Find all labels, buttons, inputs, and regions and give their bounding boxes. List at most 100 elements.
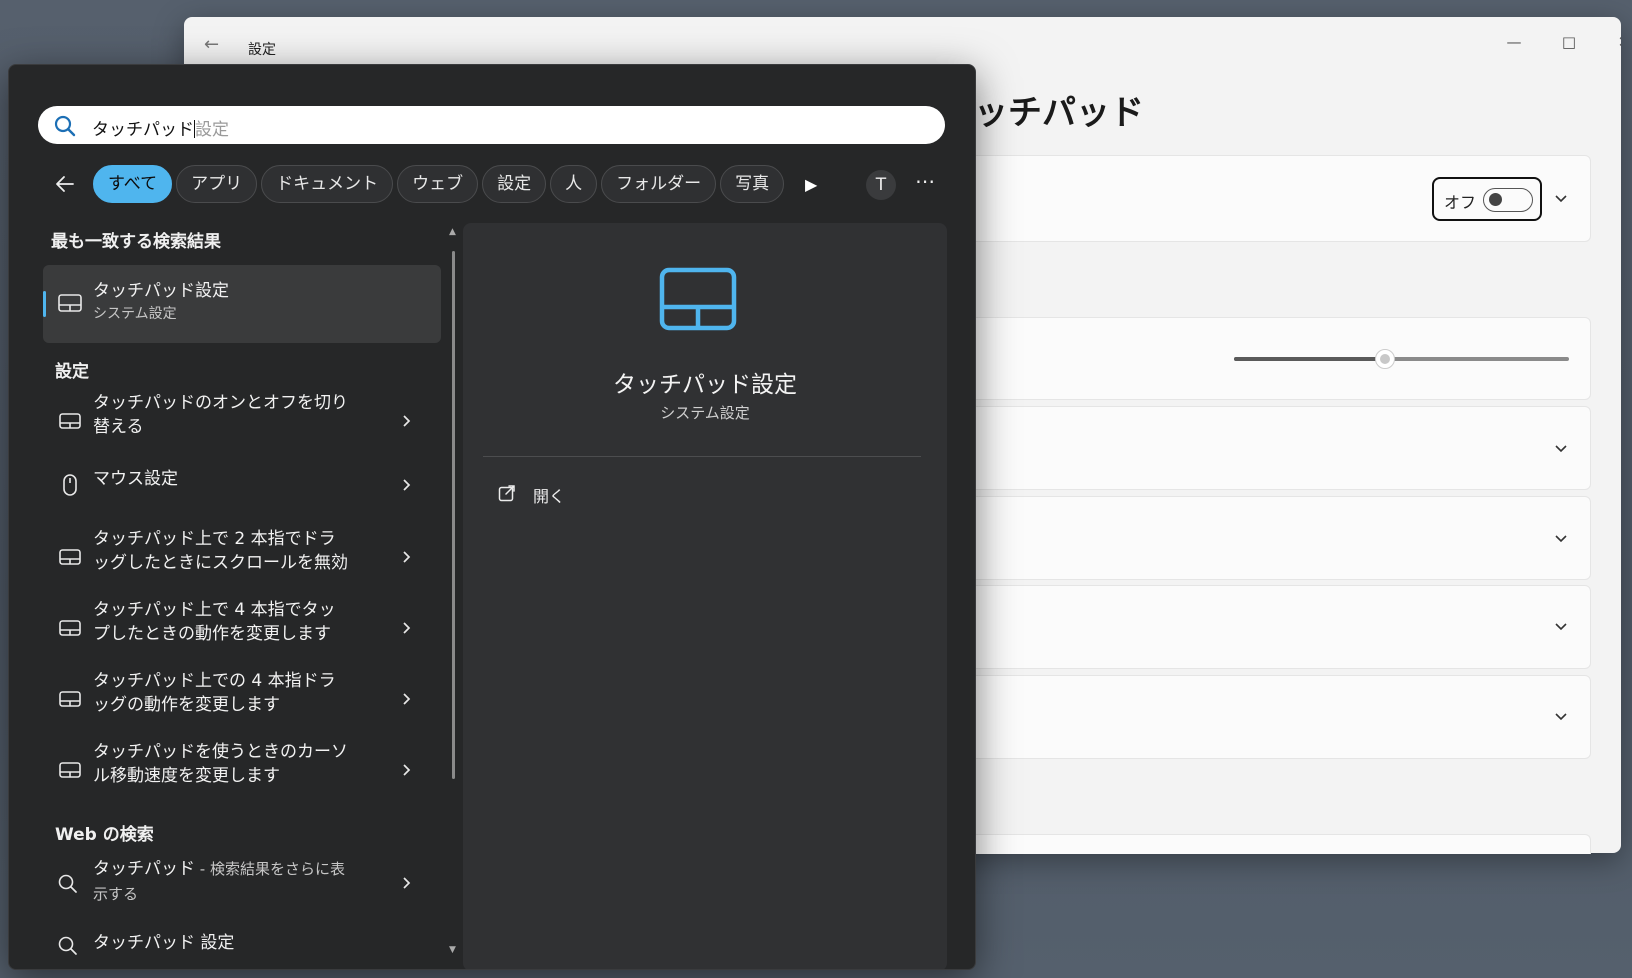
back-arrow-icon[interactable] [53,172,77,200]
settings-result-item[interactable]: マウス設定 [43,467,441,503]
scrollbar-thumb[interactable] [452,251,455,779]
touchpad-icon [57,758,81,782]
expander-card-1[interactable] [960,406,1591,490]
settings-result-line1: タッチパッドを使うときのカーソ [93,742,348,762]
filter-chip[interactable]: 写真 [720,165,785,203]
preview-subtitle: システム設定 [660,404,750,422]
settings-result-line2: ル移動速度を変更します [93,766,280,786]
filter-chip[interactable]: 設定 [482,165,547,203]
settings-result-line1: マウス設定 [93,469,178,489]
expander-card-5[interactable] [960,834,1591,854]
avatar[interactable]: T [866,170,896,200]
web-result-term: タッチパッド [93,859,195,879]
filter-row: すべて アプリ ドキュメント ウェブ 設定人フォルダー 写真 ▶ T ⋯ [9,165,975,205]
chevron-right-icon [399,477,413,497]
touchpad-toggle[interactable]: オフ [1432,177,1542,221]
expander-card-3[interactable] [960,585,1591,669]
touchpad-icon [57,687,81,711]
settings-result-item[interactable]: タッチパッド上で 4 本指でタッ プしたときの動作を変更します [43,598,441,658]
expander-card-2[interactable] [960,496,1591,580]
web-result-2-term: タッチパッド 設定 [93,933,235,953]
mouse-icon [57,473,81,497]
filter-chip[interactable]: アプリ [176,165,258,203]
settings-result-line2: 替える [93,417,144,437]
touchpad-icon [57,291,82,315]
search-icon [57,935,81,959]
filter-chips: すべて アプリ ドキュメント ウェブ 設定人フォルダー 写真 [93,165,789,205]
web-result-item[interactable]: タッチパッド - 検索結果をさらに表 示する [43,857,441,913]
settings-result-item[interactable]: タッチパッド上で 2 本指でドラ ッグしたときにスクロールを無効 [43,527,441,587]
slider-fill [1234,357,1385,361]
chevron-right-icon [399,875,413,895]
web-result-line2: 示する [93,885,139,903]
filter-chip[interactable]: フォルダー [601,165,717,203]
preview-pane: タッチパッド設定 システム設定 開く [463,223,947,969]
chevron-right-icon [399,691,413,711]
touchpad-icon [57,409,81,433]
play-icon[interactable]: ▶ [805,175,817,194]
web-result-desc: - 検索結果をさらに表 [195,860,345,878]
chevron-right-icon [399,413,413,433]
maximize-icon[interactable]: □ [1546,27,1592,57]
filter-chip[interactable]: 人 [550,165,598,203]
search-icon [57,873,81,897]
chevron-right-icon [399,620,413,640]
best-match-subtitle: システム設定 [93,306,177,322]
divider [483,456,921,457]
toggle-switch[interactable] [1483,188,1533,212]
search-icon [54,115,76,141]
selection-accent [43,291,46,317]
chevron-right-icon [399,762,413,782]
settings-result-item[interactable]: タッチパッドを使うときのカーソ ル移動速度を変更します [43,740,441,800]
search-panel: タッチパッド設定 すべて アプリ ドキュメント ウェブ 設定人フォルダー 写真 ▶ T ⋯… [8,64,976,970]
toggle-label: オフ [1444,193,1477,212]
filter-chip[interactable]: すべて [93,165,173,203]
chevron-right-icon [399,549,413,569]
touchpad-icon [57,616,81,640]
section-heading-settings: 設定 [55,362,89,382]
settings-result-line2: プしたときの動作を変更します [93,624,331,644]
cursor-speed-slider[interactable] [1234,349,1569,369]
best-match-item[interactable]: タッチパッド設定 システム設定 [43,265,441,343]
settings-result-line1: タッチパッド上で 2 本指でドラ [93,529,336,549]
section-heading-web: Web の検索 [55,825,154,845]
chevron-down-icon[interactable] [1552,708,1570,726]
filter-chip[interactable]: ドキュメント [261,165,394,203]
filter-chip[interactable]: ウェブ [397,165,479,203]
web-result-item-2[interactable]: タッチパッド 設定 [43,929,441,969]
section-heading-best: 最も一致する検索結果 [51,232,221,252]
settings-result-item[interactable]: タッチパッドのオンとオフを切り 替える [43,391,441,451]
search-box[interactable]: タッチパッド設定 [38,106,945,144]
settings-result-line1: タッチパッド上での 4 本指ドラ [93,671,336,691]
chevron-down-icon[interactable] [1552,530,1570,548]
open-label: 開く [533,487,566,506]
chevron-down-icon[interactable] [1552,190,1570,208]
search-input[interactable]: タッチパッド設定 [92,115,229,140]
touchpad-icon [57,545,81,569]
settings-result-line1: タッチパッドのオンとオフを切り [93,393,348,413]
scroll-up-icon[interactable]: ▲ [449,227,456,237]
scroll-down-icon[interactable]: ▼ [449,945,456,955]
preview-title: タッチパッド設定 [613,372,797,398]
window-title: 設定 [248,42,276,58]
settings-result-line2: ッグしたときにスクロールを無効 [93,553,348,573]
more-icon[interactable]: ⋯ [915,169,936,193]
best-match-title: タッチパッド設定 [93,281,229,301]
settings-result-line2: ッグの動作を変更します [93,695,280,715]
chevron-down-icon[interactable] [1552,440,1570,458]
close-icon[interactable]: ✕ [1601,27,1621,57]
slider-thumb[interactable] [1374,349,1395,369]
search-suggestion: 設定 [195,120,229,140]
back-arrow-icon[interactable]: ← [204,35,219,55]
settings-result-item[interactable]: タッチパッド上での 4 本指ドラ ッグの動作を変更します [43,669,441,729]
expander-card-4[interactable] [960,675,1591,759]
toggle-knob [1489,193,1502,206]
touchpad-icon [659,267,737,335]
web-result-text: タッチパッド - 検索結果をさらに表 [93,857,345,881]
results-list: 最も一致する検索結果 タッチパッド設定 システム設定 設定 タッチパッドのオンと… [9,217,459,969]
search-query: タッチパッド [92,120,194,140]
minimize-icon[interactable]: — [1491,27,1537,57]
open-external-icon [497,483,517,507]
chevron-down-icon[interactable] [1552,618,1570,636]
page-title: ッチパッド [974,93,1144,133]
